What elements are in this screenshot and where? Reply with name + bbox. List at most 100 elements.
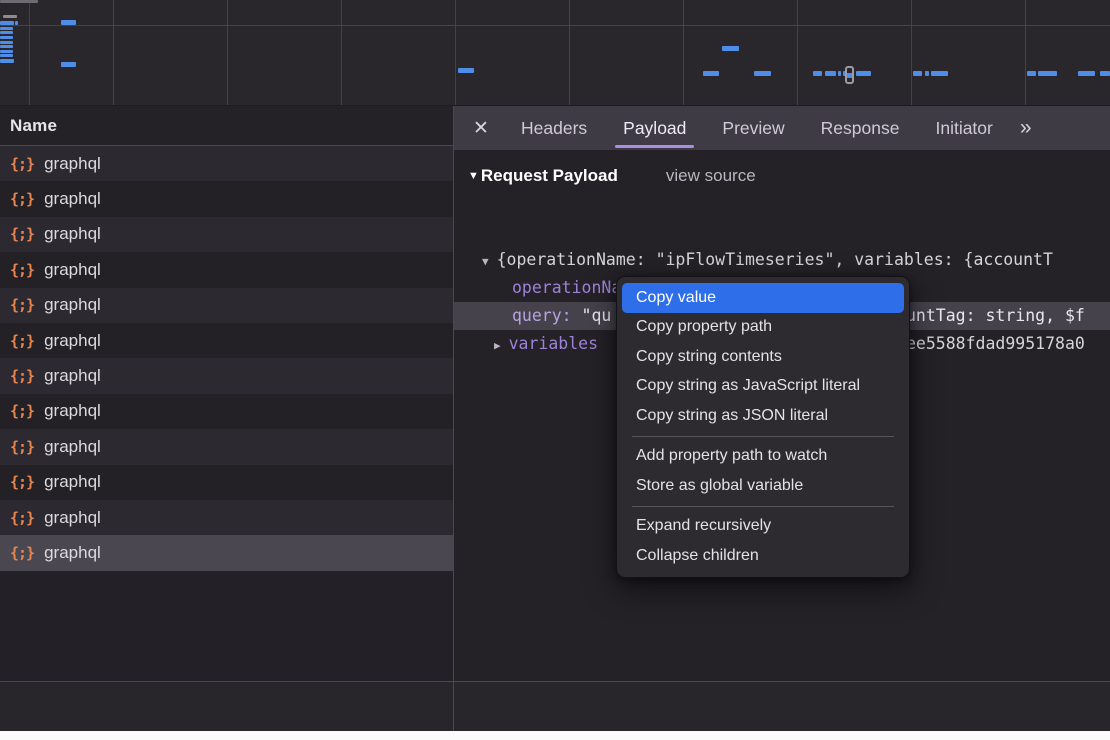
panel-divider[interactable] [453, 682, 454, 731]
waterfall-bar [0, 59, 14, 63]
waterfall-bar [0, 31, 13, 34]
tab-response[interactable]: Response [808, 106, 913, 150]
request-row[interactable]: {;} graphql [0, 146, 453, 181]
request-name: graphql [44, 331, 101, 351]
waterfall-bar [0, 0, 38, 3]
request-name: graphql [44, 260, 101, 280]
json-icon: {;} [10, 225, 34, 243]
waterfall-bar [856, 71, 871, 76]
json-icon: {;} [10, 509, 34, 527]
context-menu-item[interactable]: Copy string as JavaScript literal [622, 372, 904, 402]
details-tab-bar: ✕ Headers Payload Preview Response Initiator… [454, 106, 1110, 150]
context-menu-item[interactable]: Copy string contents [622, 342, 904, 372]
expand-triangle-icon[interactable]: ▶ [494, 339, 501, 352]
more-tabs-icon[interactable]: » [1020, 116, 1030, 140]
timeline-selected-request-marker [845, 66, 854, 84]
waterfall-bar [925, 71, 929, 76]
request-row[interactable]: {;} graphql [0, 394, 453, 429]
context-menu-item[interactable]: Copy property path [622, 313, 904, 343]
waterfall-bar [15, 21, 18, 25]
waterfall-bar [0, 45, 13, 48]
payload-summary-row[interactable]: ▼ {operationName: "ipFlowTimeseries", var… [454, 246, 1110, 274]
tab-payload[interactable]: Payload [610, 106, 699, 150]
json-icon: {;} [10, 296, 34, 314]
waterfall-bar [722, 46, 739, 51]
tab-label: Payload [623, 118, 686, 139]
tab-label: Initiator [935, 118, 992, 139]
devtools-network-window: Name {;} graphql {;} graphql {;} graphql… [0, 0, 1110, 740]
context-menu-item[interactable]: Copy string as JSON literal [622, 401, 904, 431]
waterfall-bar [3, 15, 17, 18]
tab-headers[interactable]: Headers [508, 106, 600, 150]
json-icon: {;} [10, 261, 34, 279]
context-menu-item[interactable]: Copy value [622, 283, 904, 313]
request-name: graphql [44, 224, 101, 244]
requests-list: {;} graphql {;} graphql {;} graphql {;} … [0, 146, 453, 571]
request-name: graphql [44, 189, 101, 209]
request-name: graphql [44, 401, 101, 421]
name-column-header[interactable]: Name [0, 106, 453, 146]
waterfall-bar [0, 41, 13, 44]
waterfall-bar [1078, 71, 1095, 76]
collapse-triangle-icon[interactable]: ▼ [482, 255, 489, 268]
waterfall-bar [0, 54, 13, 57]
page-background-edge [0, 731, 1110, 740]
name-column-label: Name [10, 116, 57, 136]
request-row[interactable]: {;} graphql [0, 252, 453, 287]
request-row[interactable]: {;} graphql [0, 358, 453, 393]
waterfall-bar [703, 71, 719, 76]
tab-preview[interactable]: Preview [709, 106, 797, 150]
waterfall-bar [61, 20, 76, 25]
context-menu: Copy valueCopy property pathCopy string … [616, 276, 910, 578]
timeline-divider-line [0, 25, 1110, 26]
request-name: graphql [44, 295, 101, 315]
context-menu-separator [632, 506, 894, 507]
context-menu-separator [632, 436, 894, 437]
waterfall-bar [0, 21, 14, 25]
waterfall-bar [1027, 71, 1036, 76]
context-menu-item[interactable]: Store as global variable [622, 471, 904, 501]
request-row[interactable]: {;} graphql [0, 500, 453, 535]
request-name: graphql [44, 508, 101, 528]
waterfall-bar [1038, 71, 1057, 76]
request-row[interactable]: {;} graphql [0, 465, 453, 500]
summary-text: {operationName: "ipFlowTimeseries", vari… [497, 250, 1053, 269]
status-bar-area [0, 681, 1110, 731]
request-row[interactable]: {;} graphql [0, 535, 453, 570]
network-overview-timeline[interactable] [0, 0, 1110, 106]
request-name: graphql [44, 543, 101, 563]
view-source-link[interactable]: view source [666, 166, 756, 186]
tab-initiator[interactable]: Initiator [922, 106, 1005, 150]
property-key: variables [509, 334, 598, 353]
tab-label: Headers [521, 118, 587, 139]
request-row[interactable]: {;} graphql [0, 181, 453, 216]
request-row[interactable]: {;} graphql [0, 429, 453, 464]
json-icon: {;} [10, 473, 34, 491]
json-icon: {;} [10, 544, 34, 562]
tab-label: Response [821, 118, 900, 139]
property-value-start: "qu [582, 306, 612, 325]
request-row[interactable]: {;} graphql [0, 323, 453, 358]
request-name: graphql [44, 472, 101, 492]
property-value-end: untTag: string, $f [906, 302, 1085, 330]
context-menu-item[interactable]: Expand recursively [622, 512, 904, 542]
waterfall-bar [913, 71, 922, 76]
waterfall-bar [754, 71, 771, 76]
waterfall-bar [458, 68, 474, 73]
json-icon: {;} [10, 155, 34, 173]
waterfall-bar [1100, 71, 1110, 76]
json-icon: {;} [10, 332, 34, 350]
waterfall-bar [0, 27, 13, 30]
json-icon: {;} [10, 190, 34, 208]
request-row[interactable]: {;} graphql [0, 217, 453, 252]
waterfall-bar [813, 71, 822, 76]
close-icon[interactable]: ✕ [464, 106, 498, 150]
json-icon: {;} [10, 402, 34, 420]
waterfall-bar [931, 71, 948, 76]
waterfall-bar [838, 71, 841, 76]
context-menu-item[interactable]: Collapse children [622, 541, 904, 571]
collapse-triangle-icon[interactable]: ▼ [468, 170, 479, 182]
context-menu-item[interactable]: Add property path to watch [622, 442, 904, 472]
request-row[interactable]: {;} graphql [0, 288, 453, 323]
tabs-container: Headers Payload Preview Response Initiator [498, 106, 1006, 150]
